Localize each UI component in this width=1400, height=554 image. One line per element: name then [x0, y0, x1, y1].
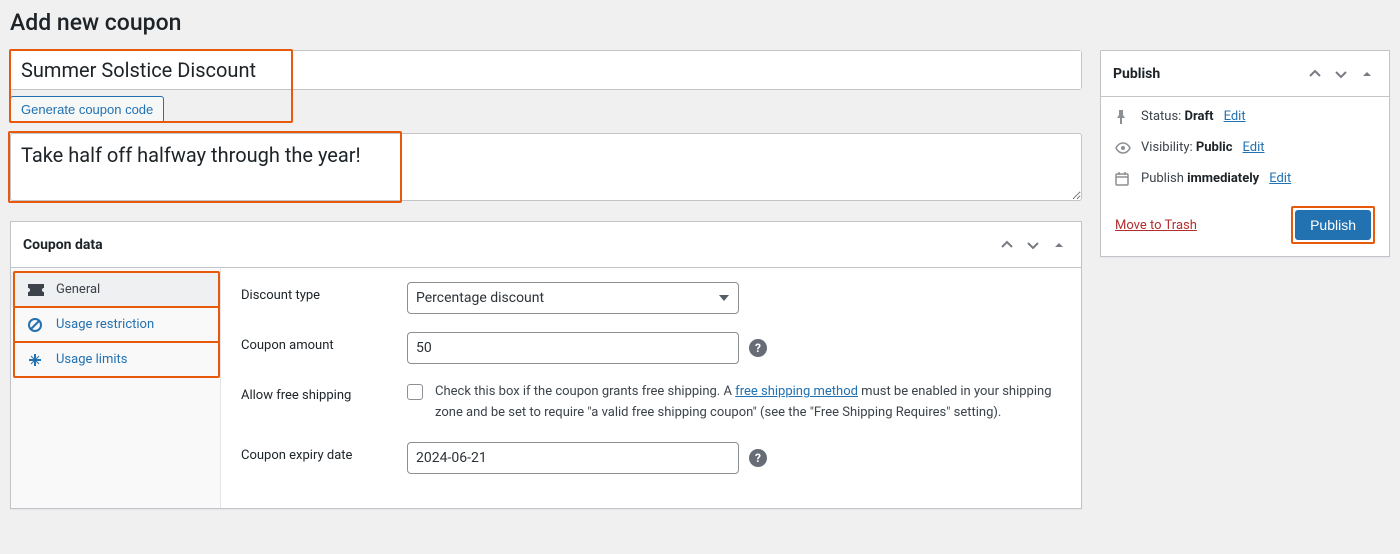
calendar-icon [1115, 172, 1131, 186]
publish-button[interactable]: Publish [1295, 210, 1371, 240]
ban-icon [28, 318, 46, 332]
free-shipping-label: Allow free shipping [241, 382, 407, 403]
page-title: Add new coupon [10, 9, 1390, 36]
edit-schedule-link[interactable]: Edit [1269, 171, 1291, 186]
tab-general[interactable]: General [11, 272, 220, 307]
toggle-up-icon[interactable] [1049, 235, 1069, 255]
tab-usage-restriction[interactable]: Usage restriction [11, 307, 220, 342]
tab-usage-restriction-label: Usage restriction [56, 317, 154, 332]
discount-type-select[interactable]: Percentage discount [407, 282, 739, 314]
coupon-data-box: Coupon data [10, 221, 1082, 509]
coupon-expiry-input[interactable] [407, 442, 739, 474]
free-shipping-method-link[interactable]: free shipping method [735, 384, 858, 399]
toggle-up-icon[interactable] [1357, 64, 1377, 84]
tab-usage-limits-label: Usage limits [56, 352, 127, 367]
free-shipping-checkbox[interactable] [407, 384, 423, 400]
highlight-publish: Publish [1291, 206, 1375, 244]
edit-visibility-link[interactable]: Edit [1243, 140, 1265, 155]
coupon-title-input[interactable] [11, 51, 1081, 89]
expiry-date-label: Coupon expiry date [241, 442, 407, 463]
tab-general-label: General [56, 282, 100, 297]
tab-usage-limits[interactable]: Usage limits [11, 342, 220, 377]
publish-header: Publish [1113, 66, 1160, 82]
schedule-label: Publish immediately [1141, 171, 1259, 186]
coupon-data-header: Coupon data [23, 237, 103, 253]
ticket-icon [28, 284, 46, 296]
limits-icon [28, 353, 46, 367]
visibility-label: Visibility: Public [1141, 140, 1233, 155]
help-icon[interactable]: ? [749, 449, 767, 467]
coupon-amount-input[interactable] [407, 332, 739, 364]
generate-coupon-code-button[interactable]: Generate coupon code [10, 96, 164, 123]
coupon-data-tabs: General Usage restriction [11, 268, 221, 508]
coupon-description-input[interactable]: Take half off halfway through the year! [10, 133, 1082, 201]
edit-status-link[interactable]: Edit [1224, 109, 1246, 124]
coupon-amount-label: Coupon amount [241, 332, 407, 353]
move-down-icon[interactable] [1023, 235, 1043, 255]
help-icon[interactable]: ? [749, 339, 767, 357]
move-up-icon[interactable] [1305, 64, 1325, 84]
move-up-icon[interactable] [997, 235, 1017, 255]
pin-icon [1115, 110, 1131, 124]
coupon-title-container [10, 50, 1082, 90]
move-to-trash-link[interactable]: Move to Trash [1115, 218, 1197, 233]
free-shipping-description: Check this box if the coupon grants free… [435, 382, 1061, 424]
eye-icon [1115, 142, 1131, 154]
move-down-icon[interactable] [1331, 64, 1351, 84]
discount-type-label: Discount type [241, 282, 407, 303]
status-label: Status: Draft [1141, 109, 1214, 124]
publish-box: Publish [1100, 50, 1390, 257]
